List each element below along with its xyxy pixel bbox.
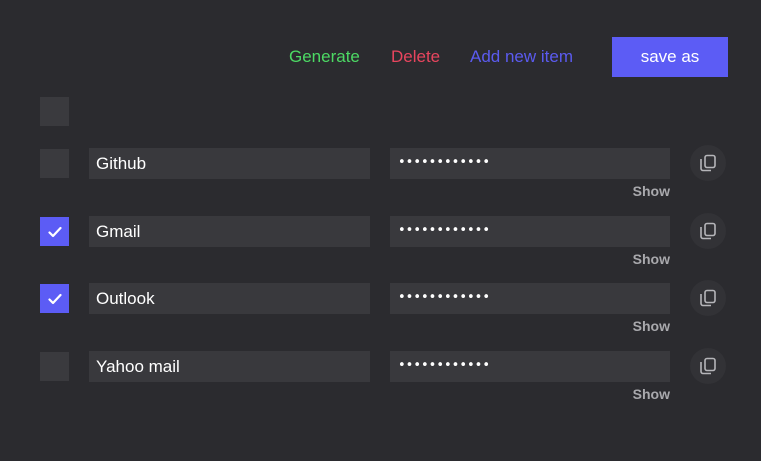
copy-icon: [698, 356, 718, 376]
item-password-field[interactable]: ••••••••••••: [390, 216, 670, 247]
item-name-field[interactable]: Gmail: [89, 216, 370, 247]
copy-icon: [698, 153, 718, 173]
checkmark-icon: [47, 293, 62, 305]
delete-button[interactable]: Delete: [391, 37, 440, 77]
item-name-field[interactable]: Yahoo mail: [89, 351, 370, 382]
item-name-field[interactable]: Github: [89, 148, 370, 179]
item-name-field[interactable]: Outlook: [89, 283, 370, 314]
show-password-link[interactable]: Show: [633, 251, 670, 267]
copy-icon: [698, 221, 718, 241]
item-checkbox[interactable]: [40, 217, 69, 246]
copy-button[interactable]: [690, 280, 726, 316]
list-item: Yahoo mail •••••••••••• Show: [0, 348, 761, 412]
show-password-link[interactable]: Show: [633, 386, 670, 402]
show-password-link[interactable]: Show: [633, 318, 670, 334]
copy-button[interactable]: [690, 213, 726, 249]
item-password-field[interactable]: ••••••••••••: [390, 351, 670, 382]
generate-button[interactable]: Generate: [289, 37, 360, 77]
add-new-item-button[interactable]: Add new item: [470, 37, 573, 77]
item-checkbox[interactable]: [40, 149, 69, 178]
password-manager: Generate Delete Add new item save as Git…: [0, 0, 761, 461]
show-password-link[interactable]: Show: [633, 183, 670, 199]
save-as-button[interactable]: save as: [612, 37, 728, 77]
list-item: Github •••••••••••• Show: [0, 145, 761, 209]
copy-button[interactable]: [690, 348, 726, 384]
list-item: Outlook •••••••••••• Show: [0, 280, 761, 344]
item-checkbox[interactable]: [40, 284, 69, 313]
copy-icon: [698, 288, 718, 308]
list-item: Gmail •••••••••••• Show: [0, 213, 761, 277]
toolbar: Generate Delete Add new item save as: [0, 37, 728, 77]
select-all-checkbox[interactable]: [40, 97, 69, 126]
checkmark-icon: [47, 226, 62, 238]
item-checkbox[interactable]: [40, 352, 69, 381]
item-password-field[interactable]: ••••••••••••: [390, 283, 670, 314]
copy-button[interactable]: [690, 145, 726, 181]
item-password-field[interactable]: ••••••••••••: [390, 148, 670, 179]
